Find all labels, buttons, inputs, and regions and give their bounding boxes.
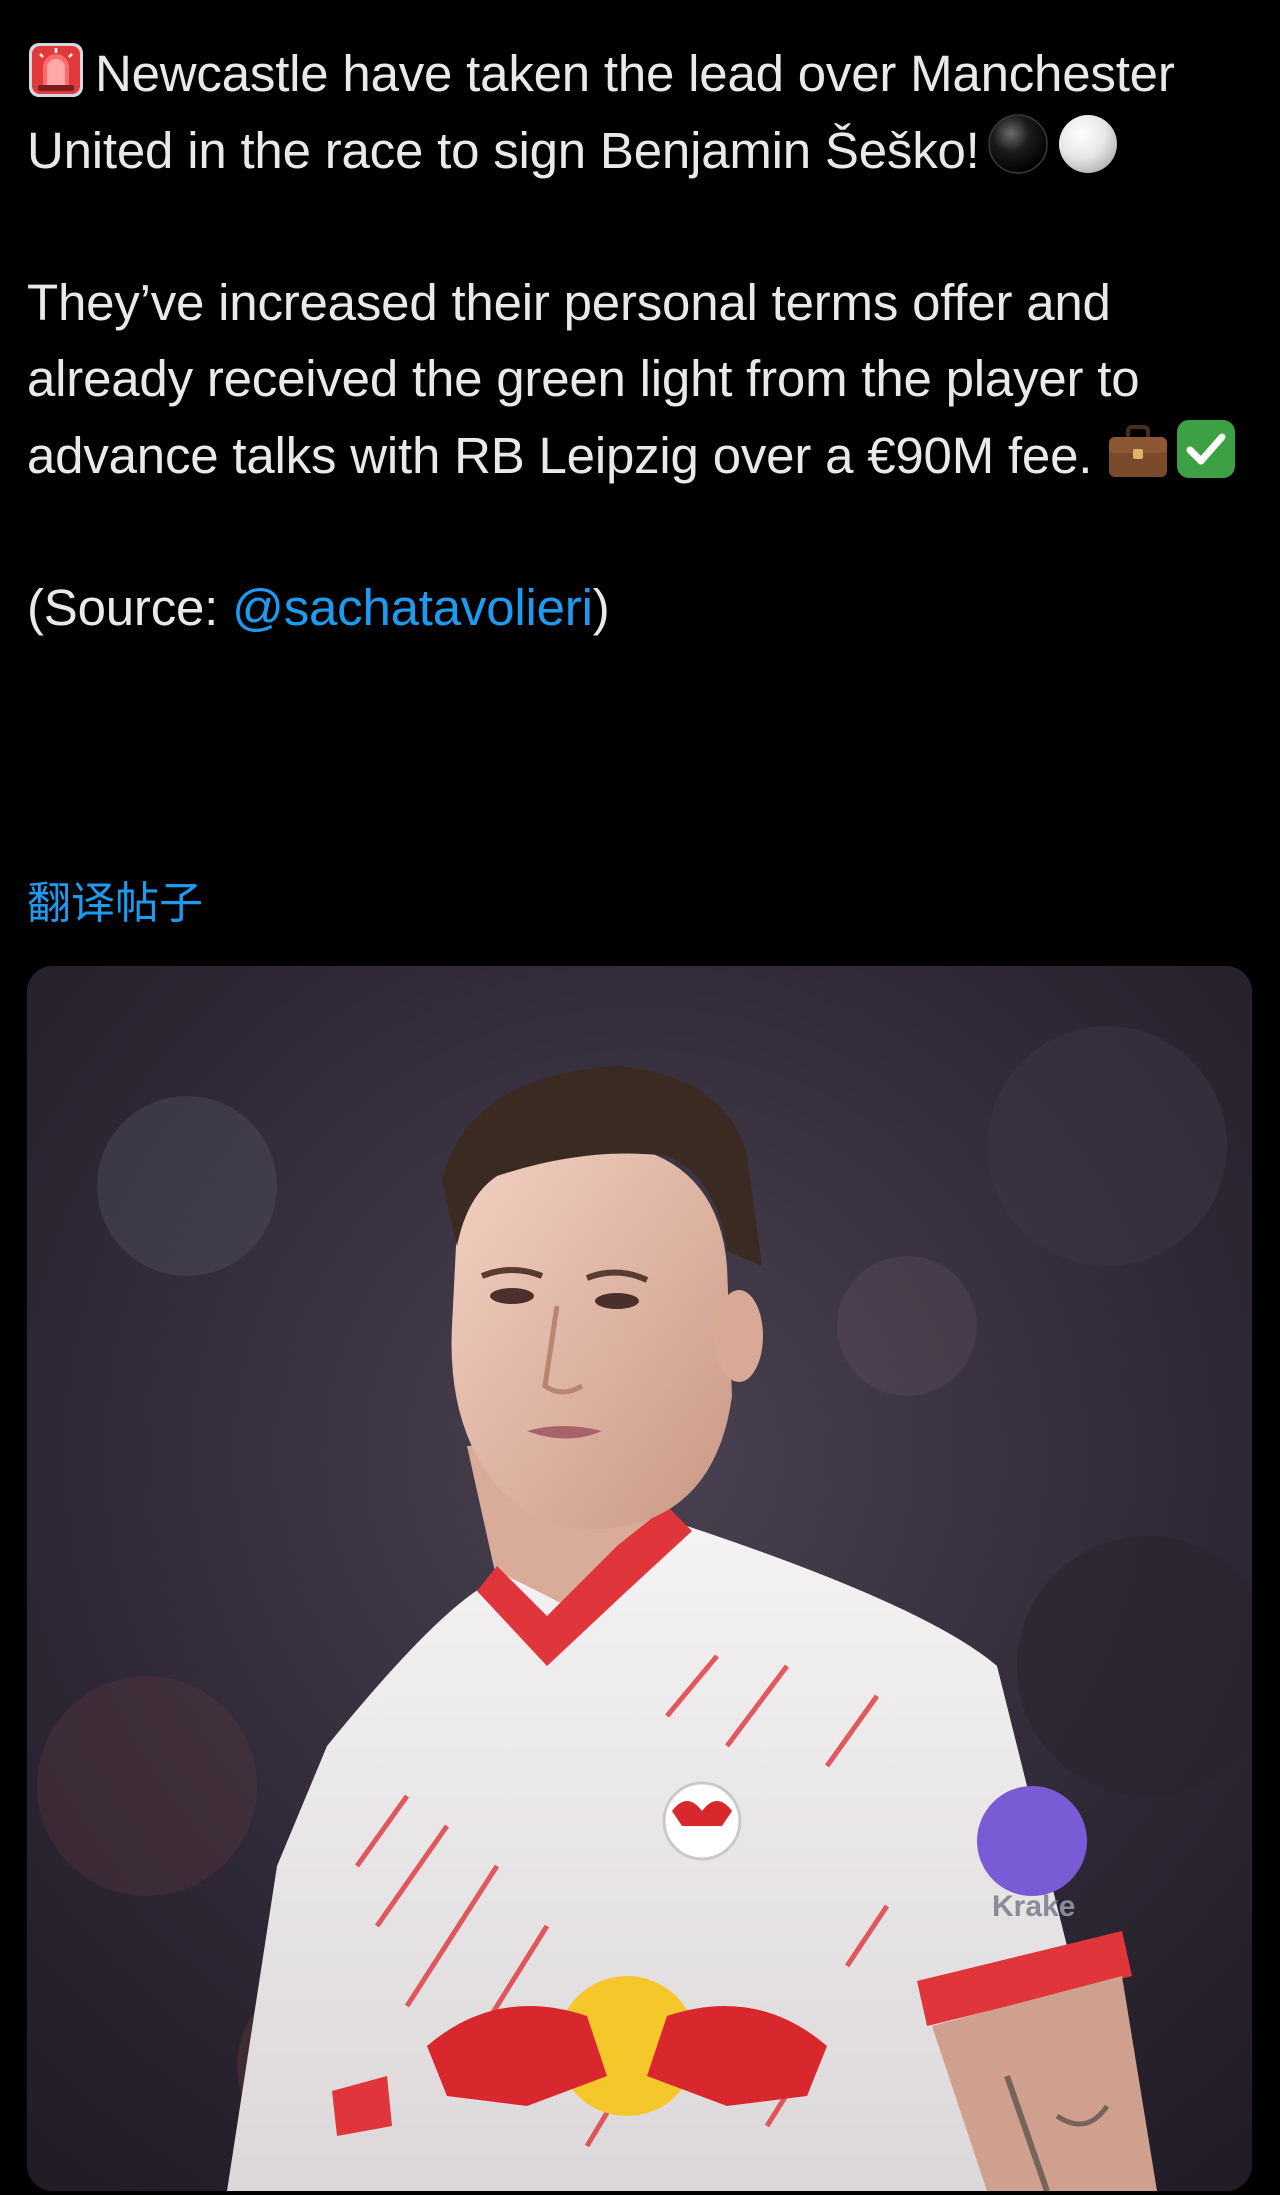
post-paragraph-2: They’ve increased their personal terms o… (27, 265, 1262, 494)
post-line-2-text: They’ve increased their personal terms o… (27, 274, 1140, 484)
check-mark-button-icon (1177, 420, 1236, 478)
post-text: Newcastle have taken the lead over Manch… (27, 36, 1262, 646)
source-prefix: (Source: (27, 579, 233, 636)
source-suffix: ) (592, 579, 610, 636)
briefcase-icon (1109, 425, 1168, 477)
post-paragraph-1: Newcastle have taken the lead over Manch… (27, 36, 1262, 189)
mention-link[interactable]: @sachatavolieri (232, 579, 593, 636)
post-paragraph-source: (Source: @sachatavolieri) (27, 570, 1262, 646)
translate-post-link[interactable]: 翻译帖子 (27, 874, 203, 934)
sleeve-sponsor-text: Krake (992, 1890, 1075, 1923)
white-circle-icon (1058, 115, 1117, 173)
black-circle-icon (987, 114, 1048, 174)
siren-icon (29, 43, 83, 97)
player-photo: Krake (27, 966, 1252, 2191)
post-image[interactable]: Krake (27, 966, 1252, 2191)
